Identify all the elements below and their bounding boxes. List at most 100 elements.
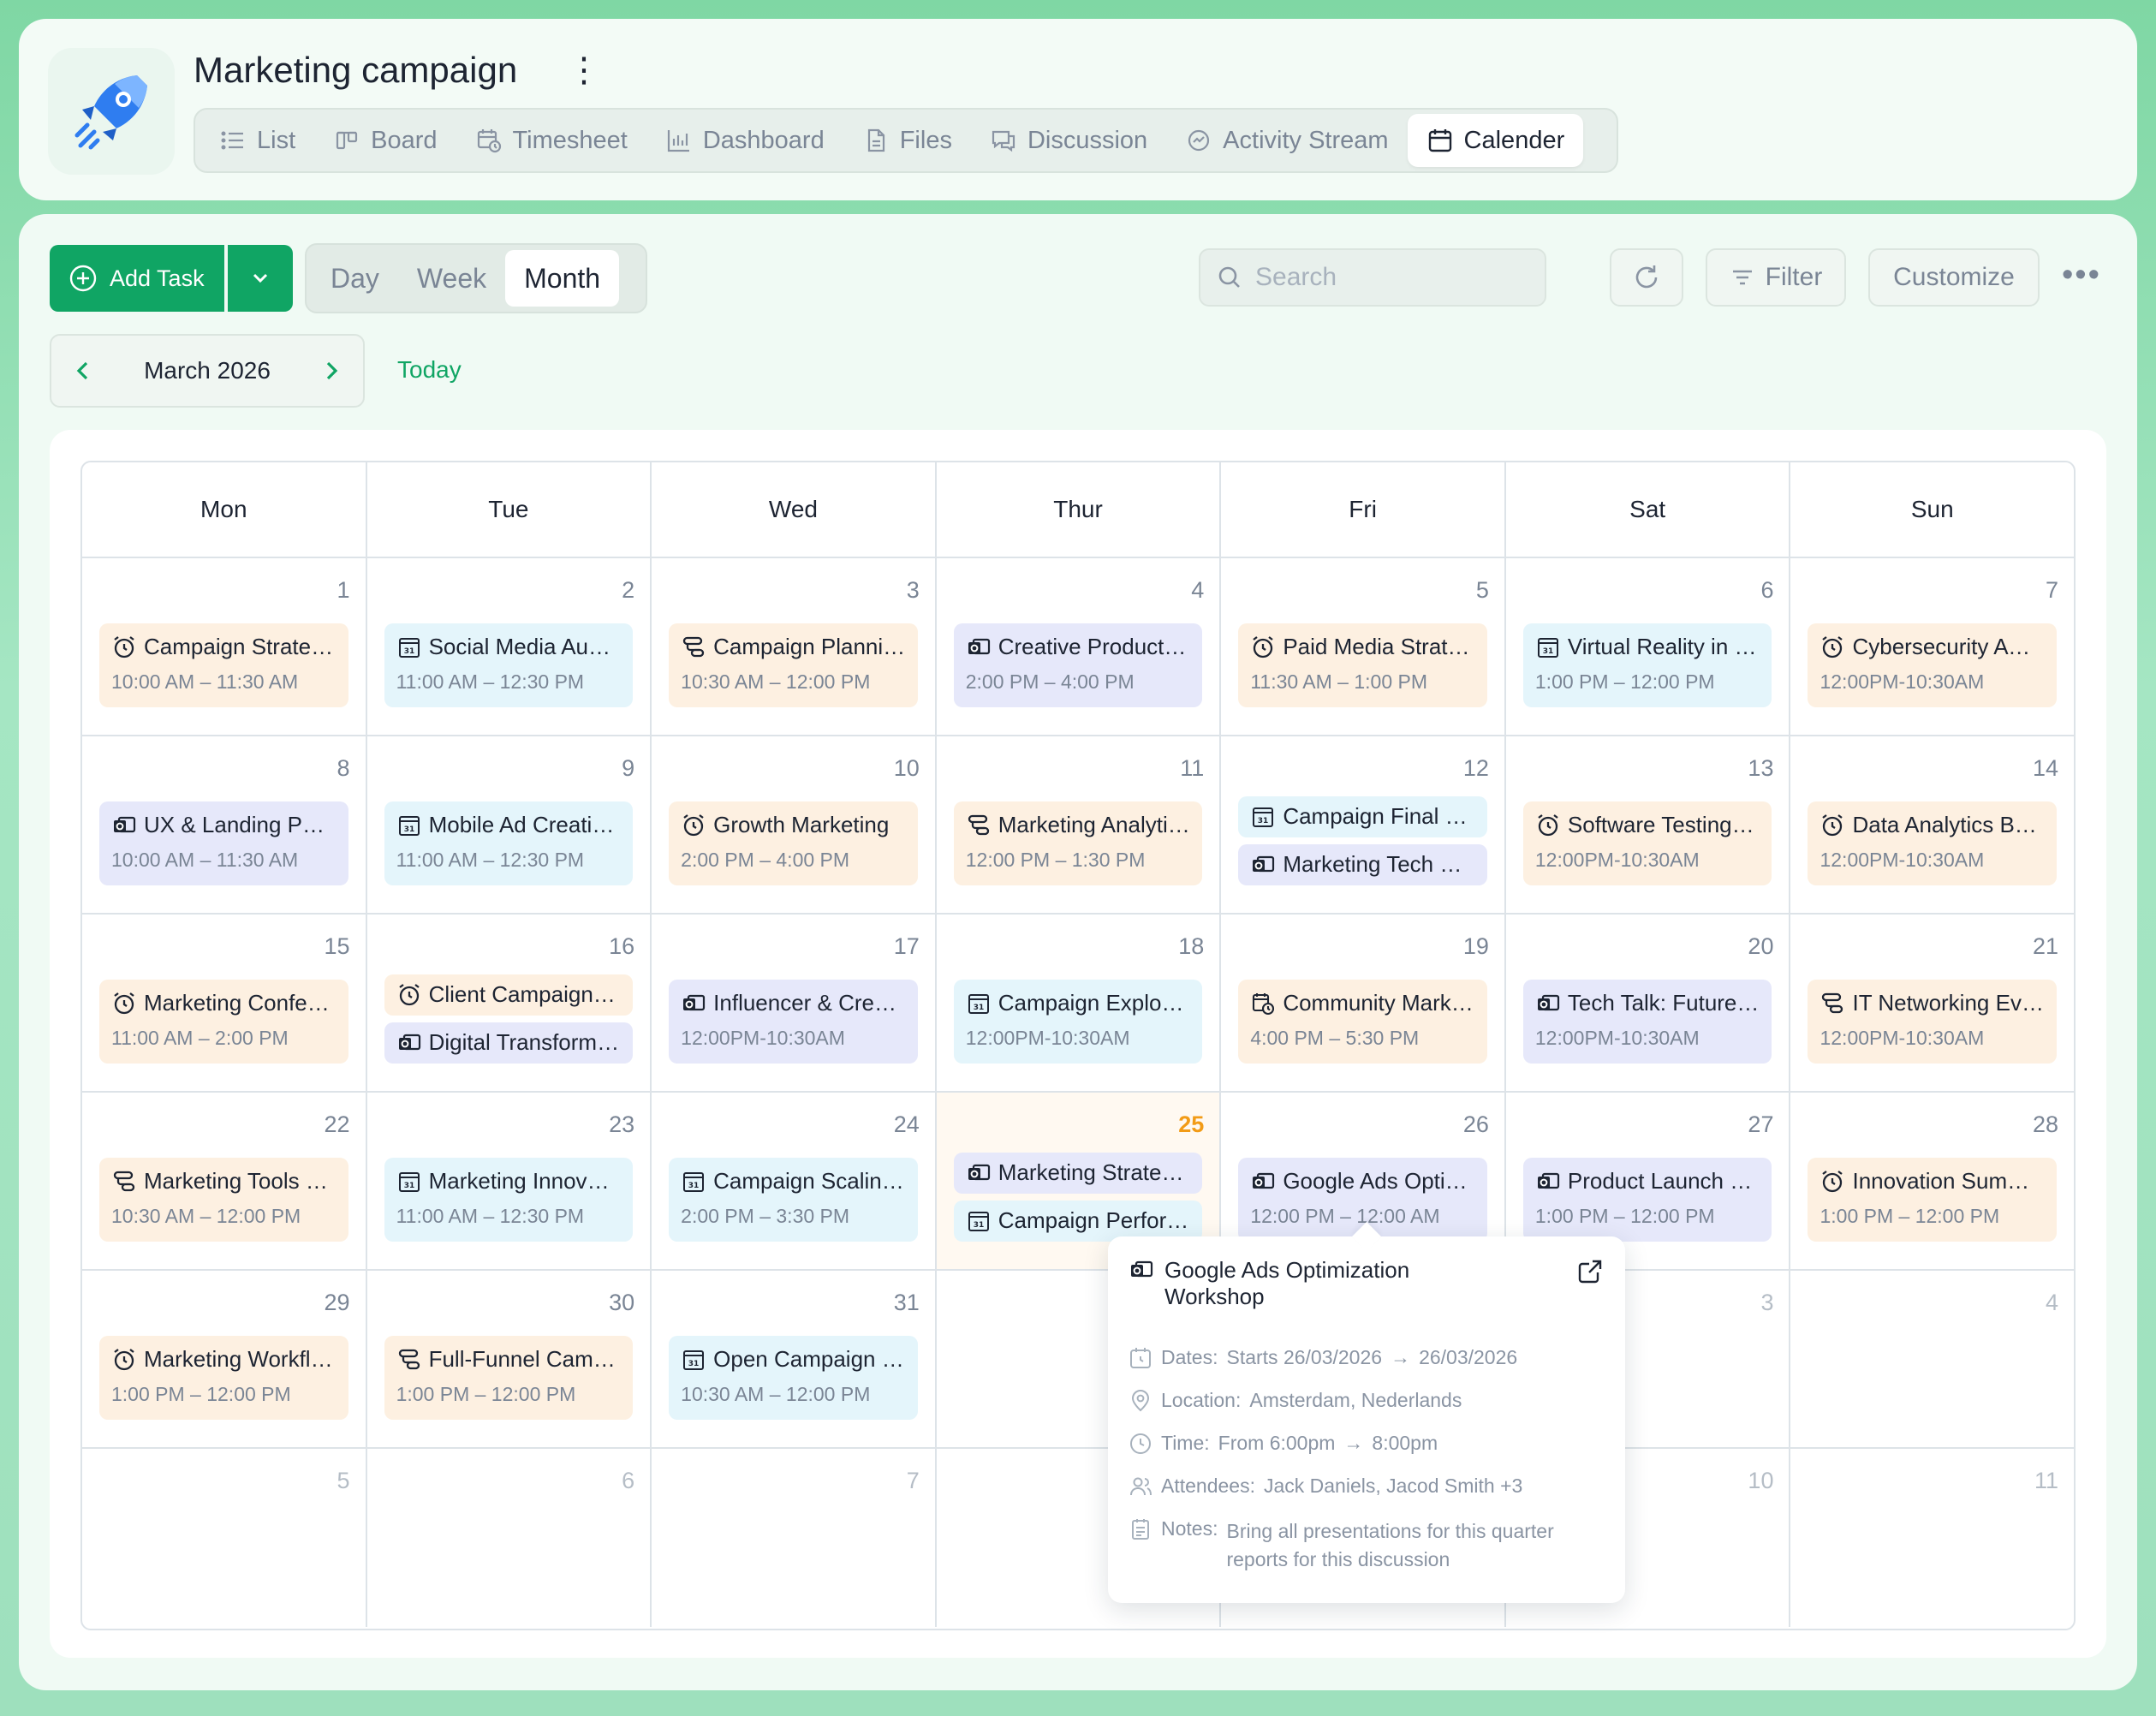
view-day-button[interactable]: Day (312, 250, 398, 307)
calendar-event[interactable]: Full-Funnel Campa... 1:00 PM – 12:00 PM (384, 1336, 634, 1420)
calendar-event[interactable]: Marketing Strategy... (953, 1153, 1203, 1194)
calendar-event[interactable]: Product Launch Ev... 1:00 PM – 12:00 PM (1522, 1158, 1772, 1242)
tab-discussion[interactable]: Discussion (971, 114, 1166, 167)
calendar-day-cell[interactable]: 19 Community Market... 4:00 PM – 5:30 PM (1221, 915, 1506, 1091)
add-task-dropdown[interactable] (228, 245, 293, 312)
tab-timesheet[interactable]: Timesheet (456, 114, 646, 167)
event-time: 1:00 PM – 12:00 PM (1534, 1205, 1715, 1227)
calendar-event[interactable]: Paid Media Strateg... 11:30 AM – 1:00 PM (1238, 623, 1487, 707)
calendar-day-cell[interactable]: 13 Software Testing S... 12:00PM-10:30AM (1506, 736, 1791, 913)
calendar-day-cell[interactable]: 10 Growth Marketing 2:00 PM – 4:00 PM (652, 736, 937, 913)
calendar-event[interactable]: 31 Mobile Ad Creative... 11:00 AM – 12:30 … (384, 801, 634, 885)
calendar-event[interactable]: Marketing Confere... 11:00 AM – 2:00 PM (99, 980, 348, 1064)
calendar-day-cell[interactable]: 11 Marketing Analytic... 12:00 PM – 1:30 P… (937, 736, 1222, 913)
calendar-event[interactable]: 31 Campaign Explora... 12:00PM-10:30AM (953, 980, 1203, 1064)
calendar-day-cell[interactable]: 23 31 Marketing Innovati... 11:00 AM – 12:3… (367, 1093, 652, 1269)
calendar-day-cell[interactable]: 29 Marketing Workflo... 1:00 PM – 12:00 PM (82, 1271, 367, 1447)
calendar-event[interactable]: Data Analytics Boo... 12:00PM-10:30AM (1808, 801, 2058, 885)
calendar-event[interactable]: Campaign Strateg... 10:00 AM – 11:30 AM (99, 623, 348, 707)
calendar-event[interactable]: Marketing Analytic... 12:00 PM – 1:30 PM (953, 801, 1203, 885)
tab-files[interactable]: Files (843, 114, 971, 167)
calendar-event[interactable]: 31 Social Media Audit... 11:00 AM – 12:30 … (384, 623, 634, 707)
current-month: March 2026 (144, 357, 271, 384)
calendar-day-cell[interactable]: 24 31 Campaign Scaling... 2:00 PM – 3:30 PM (652, 1093, 937, 1269)
calendar-day-cell[interactable]: 2 31 Social Media Audit... 11:00 AM – 12:30… (367, 558, 652, 735)
calendar-day-cell[interactable]: 21 IT Networking Event 12:00PM-10:30AM (1790, 915, 2074, 1091)
calendar-day-cell[interactable]: 14 Data Analytics Boo... 12:00PM-10:30AM (1790, 736, 2074, 913)
calendar-day-cell[interactable]: 5 Paid Media Strateg... 11:30 AM – 1:00 PM (1221, 558, 1506, 735)
today-button[interactable]: Today (397, 356, 462, 384)
calendar-event[interactable]: Tech Talk: Future of... 12:00PM-10:30AM (1522, 980, 1772, 1064)
calendar-event[interactable]: Campaign Planning 10:30 AM – 12:00 PM (669, 623, 918, 707)
calendar-day-cell[interactable]: 18 31 Campaign Explora... 12:00PM-10:30AM (937, 915, 1222, 1091)
calendar-event[interactable]: 31 Campaign Perform... (953, 1201, 1203, 1242)
calendar-day-cell[interactable]: 22 Marketing Tools Re... 10:30 AM – 12:00 … (82, 1093, 367, 1269)
calendar-event[interactable]: Creative Production 2:00 PM – 4:00 PM (953, 623, 1203, 707)
calendar-day-cell[interactable]: 5 (82, 1449, 367, 1627)
calendar-day-cell[interactable]: 9 31 Mobile Ad Creative... 11:00 AM – 12:30… (367, 736, 652, 913)
calendar-day-cell[interactable]: 7 Cybersecurity Awa... 12:00PM-10:30AM (1790, 558, 2074, 735)
calendar-event[interactable]: IT Networking Event 12:00PM-10:30AM (1808, 980, 2058, 1064)
calendar-day-cell[interactable]: 4 Creative Production 2:00 PM – 4:00 PM (937, 558, 1222, 735)
calendar-event[interactable]: Innovation Summit... 1:00 PM – 12:00 PM (1808, 1158, 2058, 1242)
refresh-button[interactable] (1610, 248, 1683, 307)
calendar-day-cell[interactable]: 20 Tech Talk: Future of... 12:00PM-10:30AM (1506, 915, 1791, 1091)
tab-board[interactable]: Board (314, 114, 456, 167)
open-external-icon[interactable] (1575, 1257, 1605, 1290)
calendar-event[interactable]: Influencer & Creat... 12:00PM-10:30AM (669, 980, 918, 1064)
calendar-event[interactable]: 31 Campaign Final QA... (1238, 796, 1487, 837)
calendar-event[interactable]: Cybersecurity Awa... 12:00PM-10:30AM (1808, 623, 2058, 707)
calendar-event[interactable]: Growth Marketing 2:00 PM – 4:00 PM (669, 801, 918, 885)
calendar-day-cell[interactable]: 7 (652, 1449, 937, 1627)
calendar-event[interactable]: Digital Transformat... (384, 1022, 634, 1064)
calendar-day-cell[interactable]: 30 Full-Funnel Campa... 1:00 PM – 12:00 PM (367, 1271, 652, 1447)
calendar-day-cell[interactable]: 6 31 Virtual Reality in Bu... 1:00 PM – 12:… (1506, 558, 1791, 735)
page-title: Marketing campaign (194, 50, 518, 90)
tab-dashboard[interactable]: Dashboard (646, 114, 843, 167)
calendar-day-cell[interactable]: 11 (1790, 1449, 2074, 1627)
calendar-event[interactable]: UX & Landing Page... 10:00 AM – 11:30 AM (99, 801, 348, 885)
calendar-day-cell[interactable]: 6 (367, 1449, 652, 1627)
calendar-event[interactable]: Marketing Tech Sy... (1238, 844, 1487, 885)
kebab-icon[interactable]: ⋮ (567, 53, 601, 87)
event-title: Marketing Workflo... (144, 1346, 337, 1372)
calendar-day-cell[interactable]: 1 Campaign Strateg... 10:00 AM – 11:30 AM (82, 558, 367, 735)
calendar-day-cell[interactable]: 4 (1790, 1271, 2074, 1447)
calendar-event[interactable]: 31 Open Campaign E... 10:30 AM – 12:00 PM (669, 1336, 918, 1420)
calendar-event[interactable]: Software Testing S... 12:00PM-10:30AM (1522, 801, 1772, 885)
filter-button[interactable]: Filter (1706, 248, 1846, 307)
day-number: 11 (2034, 1468, 2059, 1493)
calendar-day-cell[interactable]: 28 Innovation Summit... 1:00 PM – 12:00 PM (1790, 1093, 2074, 1269)
view-week-button[interactable]: Week (398, 250, 505, 307)
calendar-event[interactable]: Community Market... 4:00 PM – 5:30 PM (1238, 980, 1487, 1064)
calendar-day-cell[interactable]: 3 Campaign Planning 10:30 AM – 12:00 PM (652, 558, 937, 735)
calendar-event[interactable]: Marketing Workflo... 1:00 PM – 12:00 PM (99, 1336, 348, 1420)
calendar-day-cell[interactable]: 16 Client Campaign Pl... Digital Transform… (367, 915, 652, 1091)
calendar-day-cell[interactable]: 31 31 Open Campaign E... 10:30 AM – 12:00 P… (652, 1271, 937, 1447)
rocket-icon (74, 75, 147, 150)
view-month-button[interactable]: Month (505, 250, 620, 307)
search-input[interactable]: Search (1199, 248, 1546, 307)
calendar-day-cell[interactable]: 17 Influencer & Creat... 12:00PM-10:30AM (652, 915, 937, 1091)
event-time: 4:00 PM – 5:30 PM (1250, 1027, 1420, 1049)
more-options-icon[interactable]: ••• (2062, 257, 2101, 294)
chevron-right-icon[interactable] (319, 358, 344, 384)
calendar-event[interactable]: Marketing Tools Re... 10:30 AM – 12:00 PM (99, 1158, 348, 1242)
tab-list[interactable]: List (200, 114, 314, 167)
calendar-event[interactable]: 31 Campaign Scaling... 2:00 PM – 3:30 PM (669, 1158, 918, 1242)
calendar-day-cell[interactable]: 12 31 Campaign Final QA... Marketing Tech S… (1221, 736, 1506, 913)
calendar-event[interactable]: 31 Virtual Reality in Bu... 1:00 PM – 12:0… (1522, 623, 1772, 707)
tab-calender[interactable]: Calender (1407, 114, 1584, 167)
calendar-event[interactable]: Client Campaign Pl... (384, 974, 634, 1016)
popover-title: Google Ads Optimization Workshop (1164, 1257, 1410, 1310)
chevron-left-icon[interactable] (70, 358, 96, 384)
calendar-day-cell[interactable]: 8 UX & Landing Page... 10:00 AM – 11:30 AM (82, 736, 367, 913)
event-time: 1:00 PM – 12:00 PM (1819, 1205, 2000, 1227)
calendar-day-cell[interactable]: 15 Marketing Confere... 11:00 AM – 2:00 PM (82, 915, 367, 1091)
tab-activity-stream[interactable]: Activity Stream (1166, 114, 1407, 167)
event-title: Product Launch Ev... (1567, 1168, 1760, 1194)
calendar-event[interactable]: 31 Marketing Innovati... 11:00 AM – 12:30 … (384, 1158, 634, 1242)
event-title: Marketing Tools Re... (144, 1168, 337, 1194)
add-task-button[interactable]: Add Task (50, 245, 224, 312)
customize-button[interactable]: Customize (1868, 248, 2040, 307)
